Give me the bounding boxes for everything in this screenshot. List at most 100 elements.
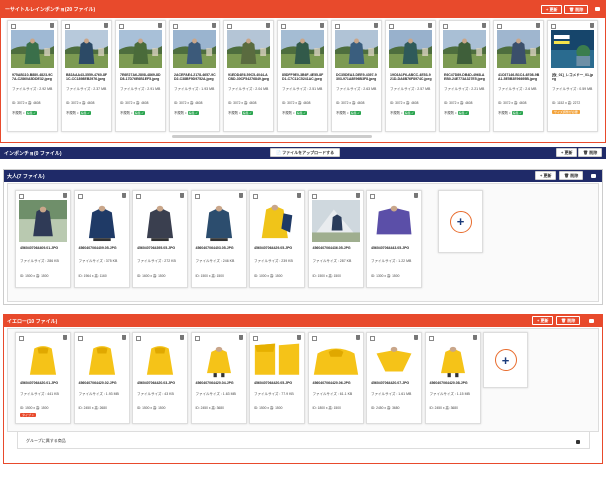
edit-badge[interactable]: 編集 ✓ (457, 110, 469, 115)
trash-icon[interactable] (158, 23, 162, 28)
image-thumbnail[interactable] (136, 200, 184, 242)
image-thumbnail[interactable] (194, 200, 243, 242)
yellow-update-button[interactable]: + 更新 (532, 316, 554, 325)
image-thumbnail[interactable] (335, 30, 378, 68)
close-icon[interactable]: × (455, 111, 457, 115)
image-thumbnail[interactable] (497, 30, 540, 68)
trash-icon[interactable] (180, 193, 184, 198)
close-icon[interactable]: × (23, 111, 25, 115)
image-thumbnail[interactable] (370, 200, 418, 242)
edit-badge[interactable]: 編集 ✓ (25, 110, 37, 115)
adult-image-card[interactable]: 4560407064443.05.JPG ファイルサイズ : 1.22 MB I… (366, 190, 422, 288)
adult-image-card[interactable]: 4560407064409.01.JPG ファイルサイズ : 286 KB ID… (15, 190, 71, 288)
close-icon[interactable]: × (401, 111, 403, 115)
top-scrollbar[interactable] (172, 135, 372, 138)
image-thumbnail[interactable] (19, 200, 67, 242)
image-thumbnail[interactable] (77, 342, 126, 378)
adult-collapse-icon[interactable] (591, 174, 596, 178)
top-delete-button[interactable]: 🗑 削除 (564, 5, 589, 14)
adult-image-card[interactable]: 4560407064436.05.JPG ファイルサイズ : 287 KB ID… (307, 190, 364, 288)
close-icon[interactable]: × (347, 111, 349, 115)
adult-delete-button[interactable]: 🗑 削除 (559, 171, 584, 180)
trash-icon[interactable] (121, 193, 126, 198)
top-image-card[interactable]: 2ACEFAE4-2178-4657-9CD2-C38BF9D9752A.jpe… (169, 20, 220, 132)
image-thumbnail[interactable] (173, 30, 216, 68)
trash-icon[interactable] (355, 335, 360, 340)
select-checkbox[interactable] (370, 336, 375, 341)
trash-icon[interactable] (536, 23, 540, 28)
edit-badge[interactable]: 編集 ✓ (349, 110, 361, 115)
yellow-collapse-icon[interactable] (589, 319, 594, 323)
select-checkbox[interactable] (173, 24, 178, 29)
yellow-add-button[interactable]: + (483, 332, 528, 388)
select-checkbox[interactable] (311, 194, 317, 199)
edit-badge[interactable]: 編集 ✓ (511, 110, 523, 115)
select-checkbox[interactable] (497, 24, 502, 29)
trash-icon[interactable] (355, 193, 360, 198)
trash-icon[interactable] (50, 23, 54, 28)
select-checkbox[interactable] (119, 24, 124, 29)
close-icon[interactable]: × (293, 111, 295, 115)
top-image-card[interactable]: B82AAA43-3559-4760-8F1C-CC1898EB2976.jpe… (61, 20, 112, 132)
trash-icon[interactable] (121, 335, 126, 340)
adult-image-card[interactable]: 4560407064409.05.JPG ファイルサイズ : 375 KB ID… (73, 190, 130, 288)
trash-icon[interactable] (320, 23, 324, 28)
select-checkbox[interactable] (370, 194, 375, 199)
top-image-card[interactable]: DC35DEA3-DEE9-4397-9303-971A8E96B3F8.jpe… (331, 20, 382, 132)
trash-icon[interactable] (63, 193, 67, 198)
adult-image-card[interactable]: 4560407064403.05.JPG ファイルサイズ : 246 KB ID… (190, 190, 247, 288)
image-thumbnail[interactable] (253, 200, 301, 242)
edit-badge[interactable]: 編集 ✓ (133, 110, 145, 115)
close-icon[interactable]: × (185, 111, 187, 115)
image-thumbnail[interactable] (136, 342, 184, 378)
yellow-image-card[interactable]: 4560407064420.05.JPG ファイルサイズ : 77.9 KB I… (249, 332, 305, 424)
image-thumbnail[interactable] (119, 30, 162, 68)
select-checkbox[interactable] (194, 336, 200, 341)
adult-image-card[interactable]: 4560407064395.05.JPG ファイルサイズ : 272 KB ID… (132, 190, 188, 288)
yellow-image-card[interactable]: 4560407064420.08.JPG ファイルサイズ : 1.15 MB I… (424, 332, 481, 424)
adult-add-button[interactable]: + (438, 190, 483, 253)
trash-icon[interactable] (374, 23, 378, 28)
image-thumbnail[interactable] (443, 30, 486, 68)
trash-icon[interactable] (266, 23, 270, 28)
close-icon[interactable]: × (131, 111, 133, 115)
adult-image-card[interactable]: 4560407064429.05.JPG ファイルサイズ : 239 KB ID… (249, 190, 305, 288)
image-thumbnail[interactable] (311, 200, 360, 242)
select-checkbox[interactable] (443, 24, 448, 29)
select-checkbox[interactable] (19, 194, 24, 199)
trash-icon[interactable] (63, 335, 67, 340)
trash-icon[interactable] (212, 23, 216, 28)
select-checkbox[interactable] (65, 24, 70, 29)
top-image-card[interactable]: 7E6E27A6-2808-4869-8DD8-17D76E6B1EF5.jpe… (115, 20, 166, 132)
close-icon[interactable]: × (77, 111, 79, 115)
adult-update-button[interactable]: + 更新 (535, 171, 557, 180)
trash-icon[interactable] (238, 193, 243, 198)
trash-icon[interactable] (297, 335, 301, 340)
image-thumbnail[interactable] (77, 200, 126, 242)
edit-badge[interactable]: 編集 ✓ (295, 110, 307, 115)
group-products-panel[interactable]: グループに属する商品 (17, 431, 590, 449)
select-checkbox[interactable] (389, 24, 394, 29)
select-checkbox[interactable] (253, 336, 258, 341)
yellow-image-card[interactable]: 4560407064420.06.JPG ファイルサイズ : 61.1 KB I… (307, 332, 364, 424)
image-thumbnail[interactable] (428, 342, 477, 378)
close-icon[interactable]: × (239, 111, 241, 115)
image-thumbnail[interactable] (370, 342, 418, 378)
top-image-card[interactable]: E6C47D89-DB4D-4968-AEB0-24E773A327E5.jpe… (439, 20, 490, 132)
trash-icon[interactable] (472, 335, 477, 340)
yellow-delete-button[interactable]: 🗑 削除 (556, 316, 581, 325)
select-checkbox[interactable] (77, 336, 83, 341)
trash-icon[interactable] (414, 193, 418, 198)
trash-icon[interactable] (297, 193, 301, 198)
top-image-card[interactable]: 975AB110-B880-4823-9C7A-C2860A5DDE32.jpe… (7, 20, 58, 132)
trash-icon[interactable] (482, 23, 486, 28)
middle-update-button[interactable]: + 更新 (556, 148, 578, 157)
image-thumbnail[interactable] (311, 342, 360, 378)
top-collapse-icon[interactable] (595, 7, 600, 11)
yellow-image-card[interactable]: 4560407064420.03.JPG ファイルサイズ : 43 KB ID:… (132, 332, 188, 424)
type-badge[interactable]: タイプ × (20, 413, 36, 417)
yellow-image-card[interactable]: 4560407064420.07.JPG ファイルサイズ : 1.61 MB I… (366, 332, 422, 424)
trash-icon[interactable] (238, 335, 243, 340)
image-thumbnail[interactable] (194, 342, 243, 378)
select-checkbox[interactable] (194, 194, 200, 199)
